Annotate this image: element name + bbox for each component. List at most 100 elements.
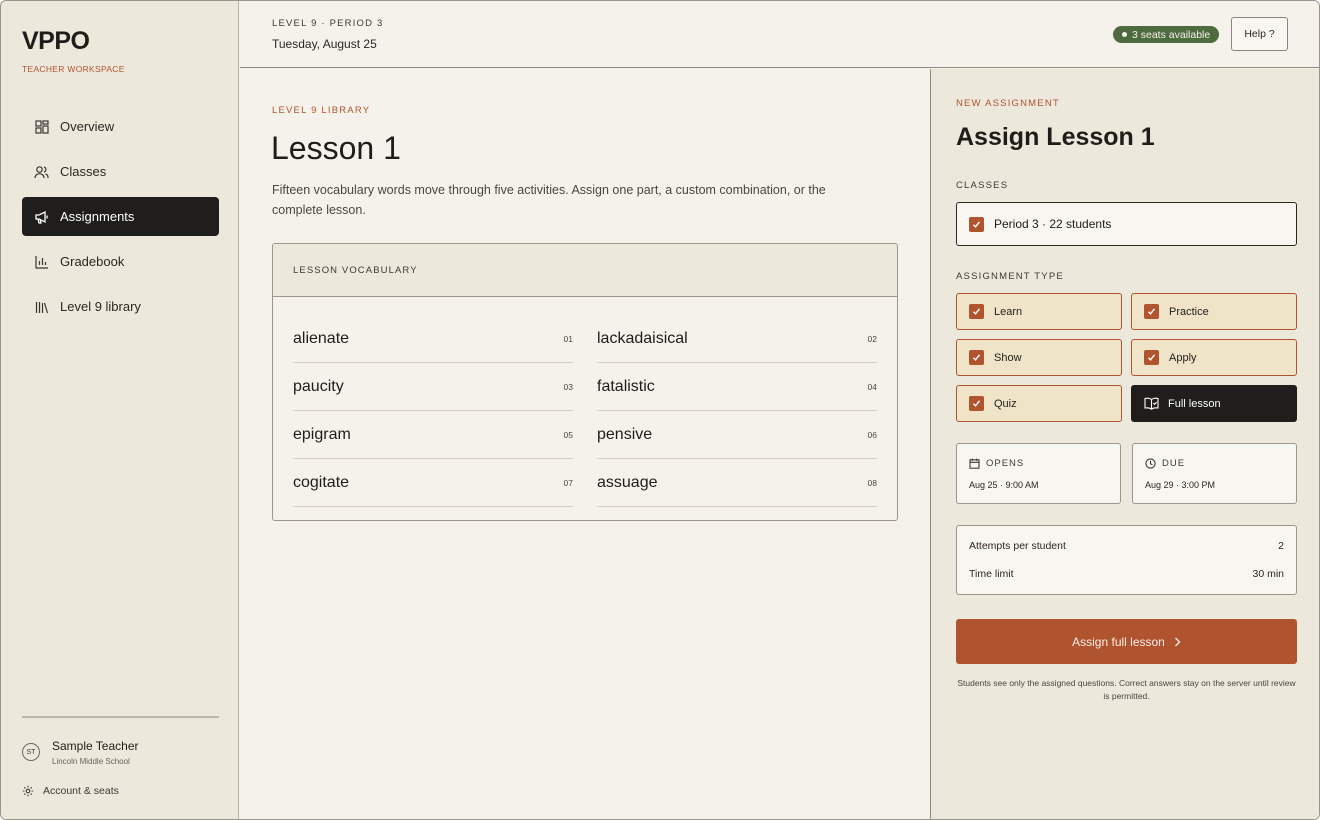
sidebar-item-label: Overview: [60, 119, 115, 134]
assignment-type-options: Learn Practice Show Apply Quiz Full less…: [956, 293, 1297, 422]
sidebar: VPPO TEACHER WORKSPACE Overview Classes …: [1, 1, 239, 819]
vocab-number: 01: [563, 333, 573, 344]
list-item: cogitate 07: [293, 459, 573, 507]
vocab-word: paucity: [293, 377, 344, 395]
account-seats-link[interactable]: Account & seats: [22, 785, 119, 797]
megaphone-icon: [34, 209, 49, 224]
account-label: Account & seats: [43, 785, 119, 797]
user-name: Sample Teacher: [52, 739, 139, 753]
sidebar-item-label: Assignments: [60, 209, 135, 224]
sidebar-item-label: Gradebook: [60, 254, 125, 269]
grid-icon: [34, 119, 49, 134]
clock-icon: [1145, 458, 1156, 469]
sidebar-nav: Overview Classes Assignments Gradebook L…: [22, 107, 219, 332]
list-item: epigram 05: [293, 411, 573, 459]
users-icon: [34, 164, 49, 179]
lesson-description: Fifteen vocabulary words move through fi…: [272, 183, 826, 217]
list-item: fatalistic 04: [597, 363, 877, 411]
list-item: assuage 08: [597, 459, 877, 507]
assign-button-label: Assign full lesson: [1072, 634, 1165, 649]
due-label: DUE: [1162, 458, 1186, 469]
sidebar-divider: [22, 716, 219, 718]
header-level-period: LEVEL 9 · PERIOD 3: [272, 18, 384, 29]
avatar[interactable]: ST: [22, 743, 40, 761]
attempts-value: 2: [1278, 540, 1284, 552]
sidebar-item-assignments[interactable]: Assignments: [22, 197, 219, 236]
list-item: paucity 03: [293, 363, 573, 411]
assignment-note: Students see only the assigned questions…: [957, 678, 1296, 701]
vocab-number: 05: [563, 429, 573, 440]
main-content: LEVEL 9 LIBRARY Lesson 1 Fifteen vocabul…: [240, 69, 930, 819]
sidebar-item-gradebook[interactable]: Gradebook: [22, 242, 219, 281]
seats-badge: 3 seats available: [1113, 26, 1220, 43]
vocab-word: assuage: [597, 473, 658, 491]
library-eyebrow: LEVEL 9 LIBRARY: [272, 105, 371, 116]
status-dot-icon: [1122, 32, 1127, 37]
sidebar-item-level-9-library[interactable]: Level 9 library: [22, 287, 219, 326]
time-limit-value: 30 min: [1252, 568, 1284, 580]
app-window: VPPO TEACHER WORKSPACE Overview Classes …: [0, 0, 1320, 820]
vocab-word: epigram: [293, 425, 351, 443]
vocabulary-card: LESSON VOCABULARY alienate 01 lackadaisic…: [272, 243, 898, 521]
type-label: Apply: [1169, 351, 1197, 364]
class-option-checkbox[interactable]: Period 3 · 22 students: [956, 202, 1297, 246]
panel-eyebrow: NEW ASSIGNMENT: [956, 98, 1060, 109]
checkmark-icon: [1144, 350, 1159, 365]
sidebar-item-label: Level 9 library: [60, 299, 141, 314]
type-label: Practice: [1169, 305, 1209, 318]
type-show-checkbox[interactable]: Show: [956, 339, 1122, 376]
page-title: Lesson 1: [271, 130, 401, 166]
sidebar-item-overview[interactable]: Overview: [22, 107, 219, 146]
vocab-word: lackadaisical: [597, 329, 688, 347]
opens-label: OPENS: [986, 458, 1025, 469]
calendar-icon: [969, 458, 980, 469]
type-apply-checkbox[interactable]: Apply: [1131, 339, 1297, 376]
vocabulary-list: alienate 01 lackadaisical 02 paucity 03 fat…: [293, 315, 877, 507]
library-icon: [34, 299, 49, 314]
opens-value: Aug 25 · 9:00 AM: [969, 480, 1039, 490]
new-assignment-panel: NEW ASSIGNMENT Assign Lesson 1 CLASSES P…: [930, 69, 1319, 819]
type-label: Quiz: [994, 397, 1017, 410]
checkmark-icon: [969, 396, 984, 411]
vocab-number: 04: [867, 381, 877, 392]
vocab-word: pensive: [597, 425, 653, 443]
checkmark-icon: [1144, 304, 1159, 319]
seats-label: 3 seats available: [1132, 28, 1211, 41]
vocab-word: cogitate: [293, 473, 350, 491]
assignment-type-label: ASSIGNMENT TYPE: [956, 271, 1064, 282]
opens-date-picker[interactable]: OPENS Aug 25 · 9:00 AM: [956, 443, 1121, 504]
attempts-label: Attempts per student: [969, 540, 1066, 552]
opens-label-row: OPENS: [969, 458, 1024, 469]
list-item: lackadaisical 02: [597, 315, 877, 363]
assign-full-lesson-button[interactable]: Assign full lesson: [956, 619, 1297, 664]
vocab-number: 06: [867, 429, 877, 440]
type-practice-checkbox[interactable]: Practice: [1131, 293, 1297, 330]
checkmark-icon: [969, 304, 984, 319]
help-button[interactable]: Help ?: [1231, 17, 1288, 51]
vocab-number: 07: [563, 477, 573, 488]
type-full-lesson-button[interactable]: Full lesson: [1131, 385, 1297, 422]
assignment-settings: Attempts per student 2 Time limit 30 min: [956, 525, 1297, 595]
workspace-subtitle: TEACHER WORKSPACE: [22, 64, 125, 74]
sidebar-item-label: Classes: [60, 164, 107, 179]
type-quiz-checkbox[interactable]: Quiz: [956, 385, 1122, 422]
type-label: Full lesson: [1168, 397, 1221, 410]
header-date: Tuesday, August 25: [272, 37, 377, 51]
vocab-number: 02: [867, 333, 877, 344]
attempts-row[interactable]: Attempts per student 2: [969, 540, 1284, 552]
top-header: LEVEL 9 · PERIOD 3 Tuesday, August 25 3 …: [240, 1, 1319, 68]
vocab-number: 08: [867, 477, 877, 488]
sidebar-item-classes[interactable]: Classes: [22, 152, 219, 191]
list-item: pensive 06: [597, 411, 877, 459]
time-limit-row[interactable]: Time limit 30 min: [969, 568, 1284, 580]
open-book-icon: [1144, 397, 1159, 410]
user-school: Lincoln Middle School: [52, 757, 130, 766]
type-learn-checkbox[interactable]: Learn: [956, 293, 1122, 330]
due-date-picker[interactable]: DUE Aug 29 · 3:00 PM: [1132, 443, 1297, 504]
due-value: Aug 29 · 3:00 PM: [1145, 480, 1216, 490]
app-logo: VPPO: [22, 27, 90, 55]
time-limit-label: Time limit: [969, 568, 1014, 580]
gear-icon: [22, 785, 34, 797]
vocab-number: 03: [563, 381, 573, 392]
list-item: alienate 01: [293, 315, 573, 363]
